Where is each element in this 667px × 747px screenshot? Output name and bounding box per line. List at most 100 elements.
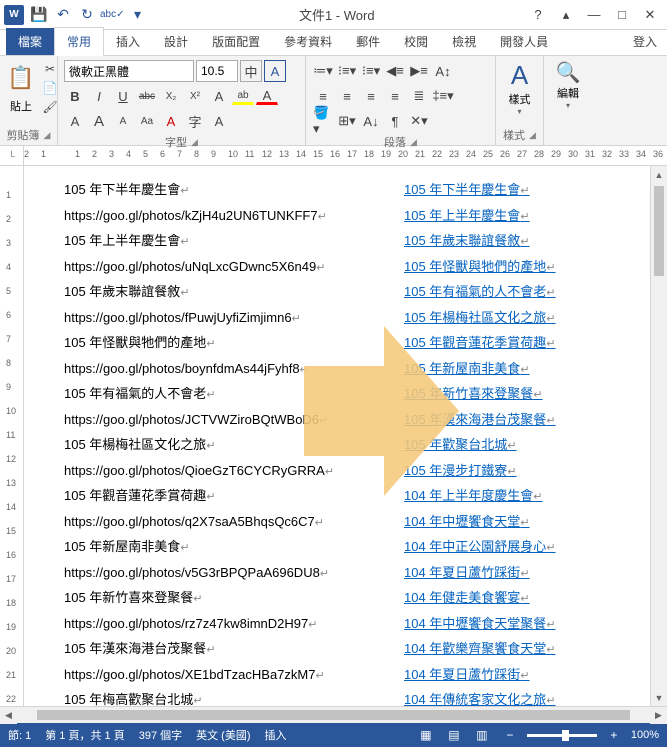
- document-line[interactable]: 105 年漢來海港台茂聚餐↵104 年歡樂齊聚饗食天堂↵: [64, 637, 627, 663]
- status-section[interactable]: 節: 1: [8, 727, 31, 743]
- distributed-button[interactable]: ≣: [408, 85, 430, 107]
- read-mode-button[interactable]: ▦: [415, 726, 437, 744]
- hyperlink[interactable]: 104 年歡樂齊聚饗食天堂↵: [404, 637, 556, 663]
- paste-button[interactable]: 貼上: [10, 98, 32, 114]
- status-language[interactable]: 英文 (美國): [196, 727, 250, 743]
- styles-button[interactable]: 樣式: [509, 91, 531, 107]
- document-line[interactable]: 105 年上半年慶生會↵105 年歲末聯誼餐敘↵: [64, 229, 627, 255]
- font-size-combo[interactable]: [196, 60, 238, 82]
- justify-button[interactable]: ≡: [384, 85, 406, 107]
- zoom-level[interactable]: 100%: [631, 729, 659, 741]
- show-marks-button[interactable]: ¶: [384, 110, 406, 132]
- document-line[interactable]: 105 年梅高歡聚台北城↵104 年傳統客家文化之旅↵: [64, 688, 627, 706]
- print-layout-button[interactable]: ▤: [443, 726, 465, 744]
- document-line[interactable]: https://goo.gl/photos/q2X7saA5BhqsQc6C7↵…: [64, 510, 627, 536]
- hyperlink[interactable]: 105 年下半年慶生會↵: [404, 178, 530, 204]
- subscript-button[interactable]: X₂: [160, 85, 182, 107]
- text-direction-button[interactable]: A↕: [432, 60, 454, 82]
- tab-file[interactable]: 檔案: [6, 28, 54, 55]
- borders-button[interactable]: ⊞▾: [336, 110, 358, 132]
- hyperlink[interactable]: 104 年中壢饗食天堂聚餐↵: [404, 612, 556, 638]
- hyperlink[interactable]: 104 年傳統客家文化之旅↵: [404, 688, 556, 706]
- hyperlink[interactable]: 105 年有福氣的人不會老↵: [404, 280, 556, 306]
- tab-design[interactable]: 設計: [152, 28, 200, 55]
- document-line[interactable]: 105 年有福氣的人不會老↵105 年新竹喜來登聚餐↵: [64, 382, 627, 408]
- scroll-right-button[interactable]: ▶: [650, 707, 667, 724]
- underline-button[interactable]: U: [112, 85, 134, 107]
- status-page[interactable]: 第 1 頁，共 1 頁: [45, 727, 124, 743]
- line-spacing-button[interactable]: ‡≡▾: [432, 85, 454, 107]
- horizontal-scrollbar[interactable]: ◀ ▶: [0, 706, 667, 723]
- document-line[interactable]: 105 年下半年慶生會↵105 年下半年慶生會↵: [64, 178, 627, 204]
- clipboard-launcher[interactable]: ◢: [44, 130, 51, 141]
- hyperlink[interactable]: 105 年漢來海港台茂聚餐↵: [404, 408, 556, 434]
- highlight-button[interactable]: ab: [232, 87, 254, 105]
- bold-button[interactable]: B: [64, 85, 86, 107]
- decrease-indent-button[interactable]: ◀≡: [384, 60, 406, 82]
- shrink-font-button[interactable]: A: [112, 110, 134, 132]
- web-layout-button[interactable]: ▥: [471, 726, 493, 744]
- enclose-char-button[interactable]: 字: [184, 110, 206, 132]
- grow-font-button[interactable]: A: [88, 110, 110, 132]
- document-line[interactable]: 105 年楊梅社區文化之旅↵105 年歡聚台北城↵: [64, 433, 627, 459]
- document-line[interactable]: https://goo.gl/photos/JCTVWZiroBQtWBoD6↵…: [64, 408, 627, 434]
- qat-more-button[interactable]: ▾: [127, 4, 149, 26]
- status-word-count[interactable]: 397 個字: [139, 727, 182, 743]
- italic-button[interactable]: I: [88, 85, 110, 107]
- document-line[interactable]: https://goo.gl/photos/v5G3rBPQPaA696DU8↵…: [64, 561, 627, 587]
- hyperlink[interactable]: 105 年新竹喜來登聚餐↵: [404, 382, 543, 408]
- document-line[interactable]: 105 年觀音蓮花季賞荷趣↵104 年上半年度慶生會↵: [64, 484, 627, 510]
- zoom-out-button[interactable]: −: [499, 726, 521, 744]
- copy-button[interactable]: 📄: [40, 79, 60, 97]
- save-button[interactable]: 💾: [28, 4, 50, 26]
- undo-button[interactable]: ↶: [52, 4, 74, 26]
- document-line[interactable]: https://goo.gl/photos/XE1bdTzacHBa7zkM7↵…: [64, 663, 627, 689]
- edit-button[interactable]: 編輯: [557, 85, 579, 101]
- tab-mailings[interactable]: 郵件: [344, 28, 392, 55]
- align-left-button[interactable]: ≡: [312, 85, 334, 107]
- hyperlink[interactable]: 105 年漫步打鐵寮↵: [404, 459, 517, 485]
- spellcheck-button[interactable]: abc✓: [100, 4, 125, 26]
- tab-references[interactable]: 參考資料: [272, 28, 344, 55]
- tab-layout[interactable]: 版面配置: [200, 28, 272, 55]
- styles-icon[interactable]: A: [511, 60, 528, 91]
- font-name-combo[interactable]: [64, 60, 194, 82]
- document-line[interactable]: https://goo.gl/photos/fPuwjUyfiZimjimn6↵…: [64, 306, 627, 332]
- scroll-left-button[interactable]: ◀: [0, 707, 17, 724]
- zoom-slider[interactable]: [527, 734, 597, 737]
- hyperlink[interactable]: 105 年怪獸與牠們的產地↵: [404, 255, 556, 281]
- close-button[interactable]: ✕: [637, 4, 663, 26]
- char-border-button[interactable]: A: [264, 60, 286, 82]
- redo-button[interactable]: ↻: [76, 4, 98, 26]
- tab-insert[interactable]: 插入: [104, 28, 152, 55]
- numbering-button[interactable]: ⁝≡▾: [336, 60, 358, 82]
- strikethrough-button[interactable]: abc: [136, 85, 158, 107]
- tab-view[interactable]: 檢視: [440, 28, 488, 55]
- status-mode[interactable]: 插入: [265, 727, 287, 743]
- scroll-thumb-h[interactable]: [37, 710, 630, 720]
- hyperlink[interactable]: 104 年健走美食饗宴↵: [404, 586, 530, 612]
- tab-home[interactable]: 常用: [54, 27, 104, 56]
- document-line[interactable]: 105 年新屋南非美食↵104 年中正公園舒展身心↵: [64, 535, 627, 561]
- sort-button[interactable]: A↓: [360, 110, 382, 132]
- paste-icon[interactable]: 📋: [6, 60, 36, 96]
- hyperlink[interactable]: 104 年上半年度慶生會↵: [404, 484, 543, 510]
- vertical-scrollbar[interactable]: ▲ ▼: [650, 166, 667, 706]
- hyperlink[interactable]: 105 年新屋南非美食↵: [404, 357, 530, 383]
- vertical-ruler[interactable]: 12345678910111213141516171819202122: [0, 166, 24, 706]
- tab-review[interactable]: 校閱: [392, 28, 440, 55]
- change-case-button[interactable]: Aa: [136, 110, 158, 132]
- hyperlink[interactable]: 104 年夏日蘆竹踩街↵: [404, 663, 530, 689]
- hyperlink[interactable]: 105 年歡聚台北城↵: [404, 433, 517, 459]
- help-button[interactable]: ?: [525, 4, 551, 26]
- find-icon[interactable]: 🔍: [556, 60, 581, 85]
- font-color-button[interactable]: A: [256, 87, 278, 105]
- text-effects-button[interactable]: A: [208, 85, 230, 107]
- styles-launcher[interactable]: ◢: [529, 130, 536, 141]
- hyperlink[interactable]: 105 年上半年慶生會↵: [404, 204, 530, 230]
- tab-developer[interactable]: 開發人員: [488, 28, 560, 55]
- document-line[interactable]: https://goo.gl/photos/uNqLxcGDwnc5X6n49↵…: [64, 255, 627, 281]
- document-line[interactable]: https://goo.gl/photos/boynfdmAs44jFyhf8↵…: [64, 357, 627, 383]
- multilevel-button[interactable]: ⁝≡▾: [360, 60, 382, 82]
- document-line[interactable]: https://goo.gl/photos/QioeGzT6CYCRyGRRA↵…: [64, 459, 627, 485]
